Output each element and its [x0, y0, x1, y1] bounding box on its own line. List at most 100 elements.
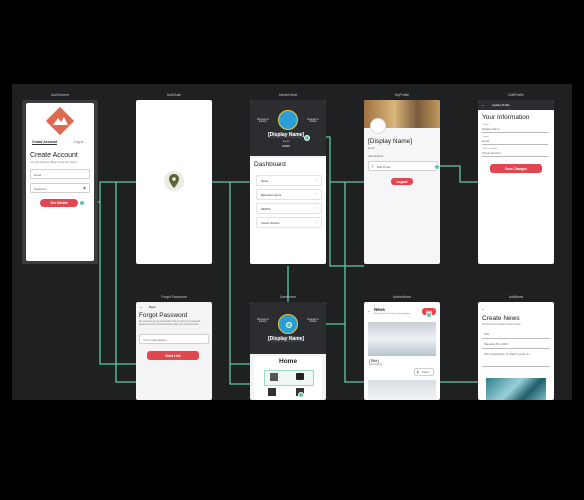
email-field[interactable]: Email: [482, 139, 548, 145]
connector-handle: [426, 312, 432, 318]
frame-label-editprofile: EditProfile: [508, 93, 524, 97]
row-label: NEWTo: [261, 207, 271, 211]
forgot-password-frame: ← Back Forgot Password We will send you …: [136, 302, 212, 400]
profile-email: Email: [368, 147, 375, 150]
save-changes-button[interactable]: Save Changes: [490, 164, 542, 173]
home-panel: Home: [254, 356, 322, 400]
row-label: Useful Number: [261, 221, 280, 225]
frame-label-forgot: Forgot Password: [161, 295, 187, 299]
connector-handle: [298, 392, 304, 398]
email-field[interactable]: Email: [30, 169, 90, 179]
tab-create-account[interactable]: Create Account: [32, 140, 57, 145]
location-pin-icon: [169, 174, 179, 188]
chevron-right-icon: ›: [315, 192, 317, 196]
frame-label-adminhome: AdminHome: [278, 93, 298, 97]
grid-icon[interactable]: [268, 388, 276, 396]
dashboard-row-genre[interactable]: Barcodes Genre ›: [256, 189, 322, 200]
trash-icon: ▮: [417, 370, 419, 374]
auth-screen-frame: Create Account Log In Create Account Let…: [22, 100, 98, 264]
forgot-description: We will send you an email with a link to…: [139, 321, 201, 326]
news-card-image-2: [368, 380, 436, 400]
send-link-button[interactable]: Send Link: [147, 351, 199, 360]
news-card-description: [description]: [369, 363, 382, 366]
news-description-field[interactable]: Short description of what is going on...: [482, 352, 550, 367]
admin-left-link[interactable]: Business & Industry: [256, 119, 270, 123]
dashboard-title: Dashboard: [254, 161, 286, 168]
email-label: Email: [483, 136, 489, 138]
news-date-field[interactable]: Saturday 6th, 2023: [482, 342, 550, 349]
auth-card: Create Account Log In Create Account Let…: [26, 103, 94, 261]
frame-label-auth: AuthScreen: [51, 93, 69, 97]
admin-home-frame: Business & Industry Example & Details [D…: [250, 100, 326, 264]
admin-display-name: [Display Name]: [268, 132, 305, 138]
back-arrow-icon[interactable]: ←: [481, 306, 485, 311]
admin-right-link[interactable]: Example & Details: [306, 119, 320, 123]
email-placeholder: Email: [34, 172, 41, 177]
name-value: Display Name: [482, 127, 500, 131]
add-news-frame: ← Create News Fill out the form below to…: [478, 302, 554, 400]
edit-profile-row[interactable]: ◎ Edit Profile: [368, 161, 438, 171]
back-arrow-icon[interactable]: ←: [367, 308, 371, 313]
name-field[interactable]: Display Name: [482, 127, 548, 133]
dashboard-row-newto[interactable]: NEWTo ›: [256, 203, 322, 214]
forgot-title: Forgot Password: [139, 312, 188, 319]
app-logo-icon: [45, 106, 75, 136]
auth-gate-frame: [136, 100, 212, 264]
news-subtitle: Browse the latest news & get updates.: [374, 313, 412, 315]
profile-display-name: [Display Name]: [368, 138, 413, 145]
frame-label-myprofile: MyProfile: [394, 93, 410, 97]
news-title-field[interactable]: Title: [482, 332, 550, 339]
tab-login[interactable]: Log In: [74, 140, 83, 144]
profile-avatar: [370, 118, 386, 134]
frame-label-addnews: AddNews: [508, 295, 524, 299]
password-placeholder: Password: [34, 186, 47, 191]
create-news-title: Create News: [482, 315, 520, 322]
connector-handle: [304, 135, 310, 141]
building-icon[interactable]: [270, 373, 278, 381]
news-card-image: [368, 322, 436, 356]
forgot-email-field[interactable]: Your email address...: [139, 334, 209, 344]
news-image-preview[interactable]: [486, 378, 546, 400]
forgot-email-placeholder: Your email address...: [143, 337, 170, 342]
eye-icon[interactable]: ◉: [83, 186, 86, 190]
get-started-button[interactable]: Get Started: [40, 199, 78, 207]
chevron-right-icon: ›: [315, 206, 317, 210]
back-arrow-icon[interactable]: ←: [481, 102, 485, 107]
my-profile-frame: [Display Name] Email Your Account ◎ Edit…: [364, 100, 440, 264]
frame-label-userhome: UserHome: [279, 295, 297, 299]
back-arrow-icon[interactable]: ←: [139, 304, 143, 309]
connector-handle: [434, 164, 440, 170]
connector-handle: [79, 200, 85, 206]
user-icon: ◎: [371, 163, 374, 168]
auth-subtitle: Let's get started by filling out the for…: [30, 161, 78, 164]
dashboard-row-useful[interactable]: Useful Number ›: [256, 217, 322, 228]
back-link[interactable]: Back: [149, 305, 156, 309]
phone-value: Phone Number: [482, 151, 501, 155]
news-title: News: [374, 307, 385, 312]
user-left-link[interactable]: Business & Industry: [256, 319, 270, 323]
frame-label-authgate: AuthGate: [166, 93, 182, 97]
user-home-frame: Business & Industry Example & Details [D…: [250, 302, 326, 400]
admin-email: Email: [283, 140, 290, 143]
password-field[interactable]: Password ◉: [30, 183, 90, 193]
admin-badge: ADMIN: [282, 145, 290, 148]
news-description-placeholder: Short description of what is going on...: [484, 352, 532, 356]
frame-label-adminnews: AdminNews: [392, 295, 412, 299]
logout-button[interactable]: Logout: [391, 178, 413, 185]
avatar: [278, 110, 298, 130]
edit-profile-label: Edit Profile: [377, 164, 391, 169]
home-title: Home: [279, 358, 298, 365]
chat-icon[interactable]: [296, 373, 304, 380]
edit-profile-frame: ← Update Profile Your Information Name D…: [478, 100, 554, 264]
name-label: Name: [483, 124, 489, 126]
create-news-subtitle: Fill out the form below to submit news.: [482, 324, 522, 326]
email-value: Email: [482, 139, 489, 143]
user-right-link[interactable]: Example & Details: [306, 319, 320, 323]
dashboard-row-news[interactable]: News ›: [256, 175, 322, 186]
delete-button[interactable]: ▮ Delete: [414, 368, 434, 376]
phone-field[interactable]: Phone Number: [482, 151, 548, 157]
edit-profile-header-title: Update Profile: [492, 103, 510, 107]
chevron-right-icon: ›: [315, 220, 317, 224]
admin-header: Business & Industry Example & Details [D…: [250, 100, 326, 156]
edit-profile-title: Your Information: [482, 114, 530, 121]
